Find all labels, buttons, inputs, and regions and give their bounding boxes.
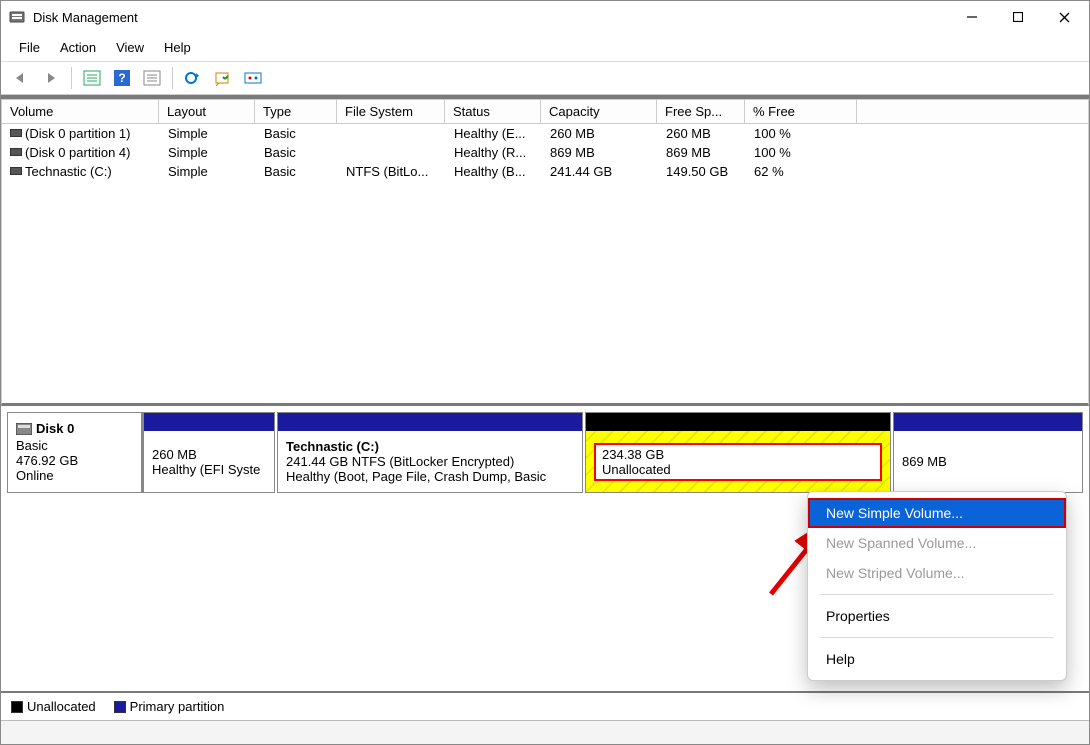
legend-swatch-unallocated (11, 701, 23, 713)
partition-recovery[interactable]: 869 MB (893, 412, 1083, 493)
svg-text:?: ? (118, 71, 125, 85)
context-new-spanned-volume: New Spanned Volume... (808, 528, 1066, 558)
col-volume[interactable]: Volume (1, 99, 159, 124)
back-button[interactable] (7, 65, 35, 91)
toolbar: ? (1, 61, 1089, 95)
context-properties[interactable]: Properties (808, 601, 1066, 631)
app-icon (9, 9, 25, 25)
partition-c-drive[interactable]: Technastic (C:) 241.44 GB NTFS (BitLocke… (277, 412, 583, 493)
disk-state-label: Online (16, 468, 133, 483)
table-row[interactable]: Technastic (C:) Simple Basic NTFS (BitLo… (2, 162, 1088, 181)
partition-header (586, 413, 890, 431)
rescan-disks-button[interactable] (209, 65, 237, 91)
disk-icon (10, 167, 22, 175)
col-type[interactable]: Type (255, 99, 337, 124)
unallocated-highlight-box: 234.38 GB Unallocated (594, 443, 882, 481)
table-row[interactable]: (Disk 0 partition 4) Simple Basic Health… (2, 143, 1088, 162)
context-menu: New Simple Volume... New Spanned Volume.… (807, 491, 1067, 681)
col-capacity[interactable]: Capacity (541, 99, 657, 124)
context-separator (820, 594, 1054, 595)
volume-table-body[interactable]: (Disk 0 partition 1) Simple Basic Health… (1, 124, 1089, 406)
legend-swatch-primary (114, 701, 126, 713)
menu-action[interactable]: Action (50, 37, 106, 58)
status-bar (1, 720, 1089, 744)
table-row[interactable]: (Disk 0 partition 1) Simple Basic Health… (2, 124, 1088, 143)
toolbar-separator (172, 67, 173, 89)
col-freespace[interactable]: Free Sp... (657, 99, 745, 124)
disk-management-window: Disk Management File Action View Help ? … (0, 0, 1090, 745)
col-pctfree[interactable]: % Free (745, 99, 857, 124)
forward-button[interactable] (37, 65, 65, 91)
partition-header (894, 413, 1082, 431)
maximize-button[interactable] (995, 1, 1041, 33)
disk-size-label: 476.92 GB (16, 453, 133, 468)
col-filler (857, 99, 1089, 124)
actions-list-icon[interactable] (138, 65, 166, 91)
col-filesystem[interactable]: File System (337, 99, 445, 124)
partition-efi[interactable]: 260 MB Healthy (EFI Syste (143, 412, 275, 493)
partition-unallocated[interactable]: 234.38 GB Unallocated (585, 412, 891, 493)
context-help[interactable]: Help (808, 644, 1066, 674)
volume-table-header: Volume Layout Type File System Status Ca… (1, 99, 1089, 124)
volume-table: Volume Layout Type File System Status Ca… (1, 95, 1089, 406)
menu-view[interactable]: View (106, 37, 154, 58)
col-status[interactable]: Status (445, 99, 541, 124)
disk-type-label: Basic (16, 438, 133, 453)
context-separator (820, 637, 1054, 638)
settings-button[interactable] (239, 65, 267, 91)
refresh-button[interactable] (179, 65, 207, 91)
close-button[interactable] (1041, 1, 1087, 33)
minimize-button[interactable] (949, 1, 995, 33)
disk-icon (10, 148, 22, 156)
menubar: File Action View Help (1, 33, 1089, 61)
help-button[interactable]: ? (108, 65, 136, 91)
show-hide-console-tree-button[interactable] (78, 65, 106, 91)
toolbar-separator (71, 67, 72, 89)
partition-header (278, 413, 582, 431)
disk-icon (10, 129, 22, 137)
context-new-simple-volume[interactable]: New Simple Volume... (808, 498, 1066, 528)
partition-header (144, 413, 274, 431)
menu-help[interactable]: Help (154, 37, 201, 58)
disk-label-panel[interactable]: Disk 0 Basic 476.92 GB Online (7, 412, 143, 493)
legend-bar: Unallocated Primary partition (1, 691, 1089, 720)
disk-drive-icon (16, 423, 32, 438)
col-layout[interactable]: Layout (159, 99, 255, 124)
disk-map-pane: Disk 0 Basic 476.92 GB Online 260 MB Hea… (7, 412, 1083, 493)
window-title: Disk Management (33, 10, 949, 25)
titlebar: Disk Management (1, 1, 1089, 33)
menu-file[interactable]: File (9, 37, 50, 58)
context-new-striped-volume: New Striped Volume... (808, 558, 1066, 588)
